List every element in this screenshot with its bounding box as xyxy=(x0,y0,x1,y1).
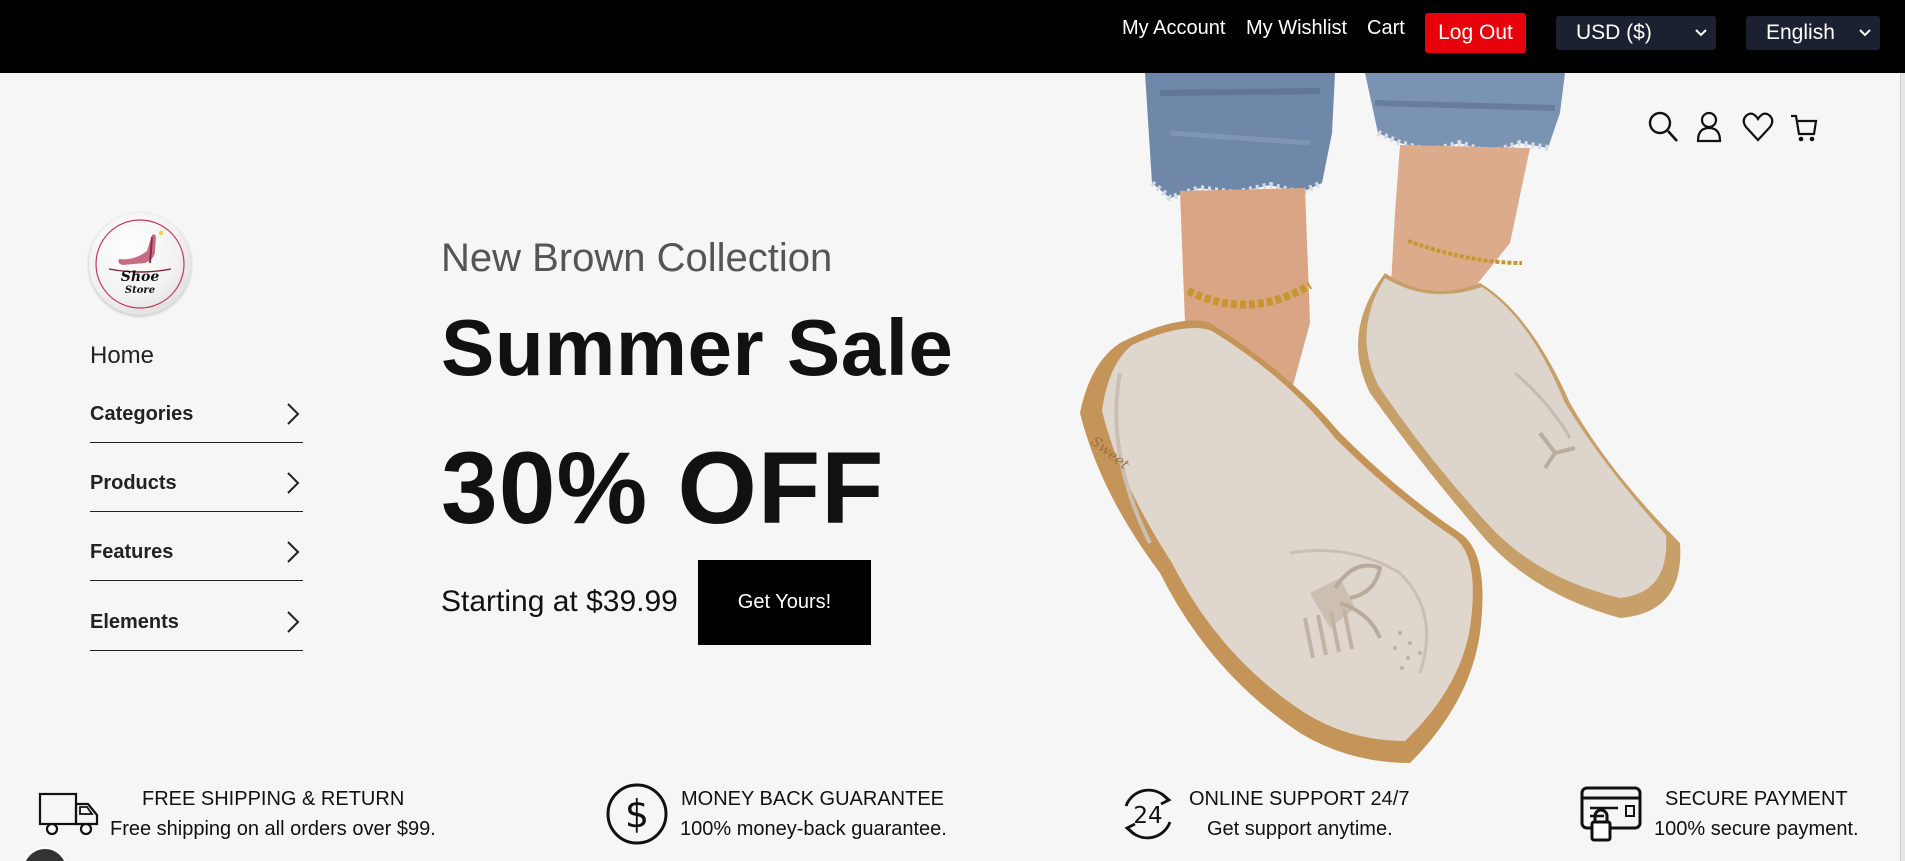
cart-icon[interactable] xyxy=(1790,110,1818,144)
chevron-right-icon xyxy=(285,609,301,635)
top-bar: My Account My Wishlist Cart Log Out USD … xyxy=(0,0,1905,73)
hero-subtitle: New Brown Collection xyxy=(441,236,833,280)
feature-title: FREE SHIPPING & RETURN xyxy=(142,788,405,810)
language-value: English xyxy=(1766,21,1835,44)
hero-discount: 30% OFF xyxy=(441,431,885,545)
feature-desc: 100% money-back guarantee. xyxy=(680,818,947,840)
secure-card-icon xyxy=(1580,784,1644,844)
svg-text:$: $ xyxy=(625,792,649,836)
feature-title: ONLINE SUPPORT 24/7 xyxy=(1189,788,1410,810)
chevron-right-icon xyxy=(285,539,301,565)
chevron-right-icon xyxy=(285,401,301,427)
feature-desc: Get support anytime. xyxy=(1207,818,1393,840)
currency-value: USD ($) xyxy=(1576,21,1652,44)
truck-icon xyxy=(38,790,100,838)
nav-item-products[interactable]: Products xyxy=(90,454,303,512)
heart-icon[interactable] xyxy=(1742,110,1774,144)
feature-title: SECURE PAYMENT xyxy=(1665,788,1848,810)
support-24-icon: 24 xyxy=(1116,782,1180,846)
nav-home-link[interactable]: Home xyxy=(90,342,154,370)
logo-text-line1: Shoe xyxy=(121,269,160,285)
search-icon[interactable] xyxy=(1647,110,1679,144)
chevron-right-icon xyxy=(285,470,301,496)
nav-item-elements[interactable]: Elements xyxy=(90,593,303,651)
log-out-button[interactable]: Log Out xyxy=(1425,13,1526,53)
nav-item-label: Elements xyxy=(90,611,179,633)
support-24-badge: 24 xyxy=(1133,803,1162,829)
nav-item-categories[interactable]: Categories xyxy=(90,385,303,443)
logo-text-line2: Store xyxy=(125,285,155,296)
nav-item-label: Categories xyxy=(90,403,194,425)
shoe-store-logo[interactable]: Shoe Store xyxy=(89,213,191,315)
scrollbar[interactable] xyxy=(1900,73,1905,861)
cart-link[interactable]: Cart xyxy=(1367,17,1405,40)
user-icon[interactable] xyxy=(1696,110,1722,144)
get-yours-button[interactable]: Get Yours! xyxy=(698,560,871,645)
nav-item-label: Features xyxy=(90,541,174,563)
nav-item-features[interactable]: Features xyxy=(90,523,303,581)
chat-widget-button[interactable] xyxy=(22,847,68,861)
language-select[interactable]: English xyxy=(1746,16,1880,50)
feature-desc: 100% secure payment. xyxy=(1654,818,1859,840)
my-wishlist-link[interactable]: My Wishlist xyxy=(1246,17,1347,40)
my-account-link[interactable]: My Account xyxy=(1122,17,1225,40)
feature-desc: Free shipping on all orders over $99. xyxy=(110,818,436,840)
chevron-down-icon xyxy=(1694,16,1708,50)
dollar-icon: $ xyxy=(605,782,669,846)
hero-price-text: Starting at $39.99 xyxy=(441,585,678,618)
hero-image-loafers: Sweet xyxy=(1060,73,1700,773)
currency-select[interactable]: USD ($) xyxy=(1556,16,1716,50)
hero-title: Summer Sale xyxy=(441,303,954,392)
nav-item-label: Products xyxy=(90,472,177,494)
feature-title: MONEY BACK GUARANTEE xyxy=(681,788,945,810)
chevron-down-icon xyxy=(1858,16,1872,50)
